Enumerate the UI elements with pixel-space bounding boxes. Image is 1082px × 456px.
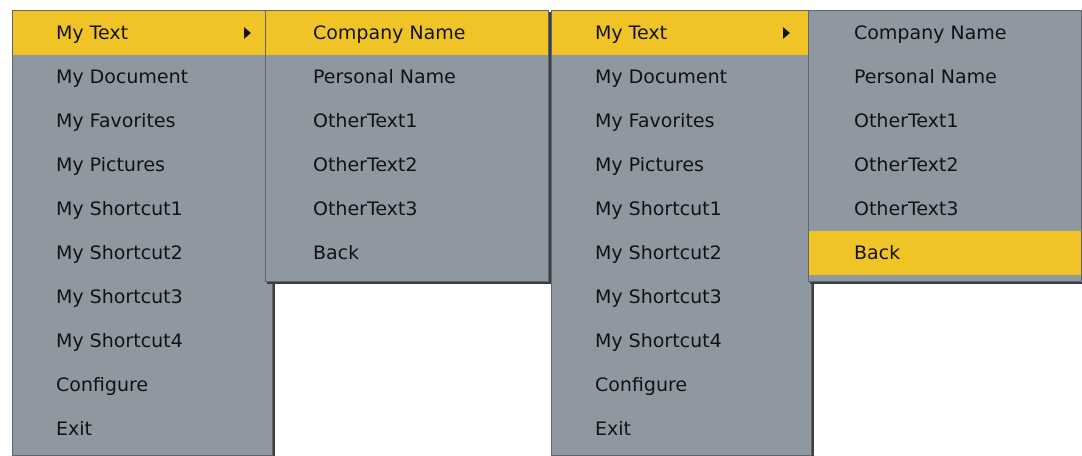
menu-item-my-shortcut2[interactable]: My Shortcut2 (552, 231, 811, 275)
submenu-item-label: Company Name (313, 22, 466, 44)
submenu-item-company-name[interactable]: Company Name (809, 11, 1081, 55)
submenu-item-othertext2[interactable]: OtherText2 (266, 143, 548, 187)
menu-item-my-shortcut1[interactable]: My Shortcut1 (13, 187, 272, 231)
menu-item-my-document[interactable]: My Document (552, 55, 811, 99)
main-menu-right: My Text My Document My Favorites My Pict… (551, 10, 812, 456)
menu-item-label: My Favorites (56, 110, 176, 132)
menu-item-label: My Text (56, 22, 129, 44)
menu-item-my-shortcut4[interactable]: My Shortcut4 (13, 319, 272, 363)
menu-item-exit[interactable]: Exit (13, 407, 272, 451)
menu-item-label: Configure (595, 374, 688, 396)
submenu-item-othertext3[interactable]: OtherText3 (809, 187, 1081, 231)
menu-item-label: Configure (56, 374, 149, 396)
submenu-item-personal-name[interactable]: Personal Name (809, 55, 1081, 99)
menu-item-my-favorites[interactable]: My Favorites (552, 99, 811, 143)
menu-item-label: Exit (56, 418, 92, 440)
submenu-item-label: Company Name (854, 22, 1007, 44)
submenu-item-othertext1[interactable]: OtherText1 (266, 99, 548, 143)
submenu-item-label: OtherText3 (313, 198, 418, 220)
menu-item-configure[interactable]: Configure (552, 363, 811, 407)
menu-item-my-pictures[interactable]: My Pictures (13, 143, 272, 187)
submenu-item-othertext3[interactable]: OtherText3 (266, 187, 548, 231)
menu-item-my-shortcut4[interactable]: My Shortcut4 (552, 319, 811, 363)
menu-item-my-shortcut3[interactable]: My Shortcut3 (552, 275, 811, 319)
menu-item-label: My Shortcut3 (595, 286, 722, 308)
submenu-item-personal-name[interactable]: Personal Name (266, 55, 548, 99)
menu-item-my-shortcut3[interactable]: My Shortcut3 (13, 275, 272, 319)
menu-item-my-text[interactable]: My Text (552, 11, 811, 55)
menu-item-my-shortcut2[interactable]: My Shortcut2 (13, 231, 272, 275)
menu-item-label: My Favorites (595, 110, 715, 132)
submenu-item-label: Personal Name (854, 66, 997, 88)
submenu-item-othertext2[interactable]: OtherText2 (809, 143, 1081, 187)
menu-item-my-shortcut1[interactable]: My Shortcut1 (552, 187, 811, 231)
submenu-item-label: OtherText1 (313, 110, 418, 132)
submenu-item-label: Back (854, 242, 901, 264)
triangle-right-icon (783, 27, 790, 39)
submenu-item-company-name[interactable]: Company Name (266, 11, 548, 55)
menu-item-label: My Shortcut3 (56, 286, 183, 308)
menu-item-label: My Pictures (595, 154, 704, 176)
menu-item-label: My Shortcut1 (56, 198, 183, 220)
submenu-item-label: Back (313, 242, 360, 264)
submenu-item-label: Personal Name (313, 66, 456, 88)
menu-item-my-document[interactable]: My Document (13, 55, 272, 99)
menu-item-label: My Shortcut1 (595, 198, 722, 220)
menu-item-label: My Document (595, 66, 728, 88)
submenu-item-label: OtherText1 (854, 110, 959, 132)
main-menu-left: My Text My Document My Favorites My Pict… (12, 10, 273, 456)
menu-item-label: My Shortcut2 (56, 242, 183, 264)
menu-item-label: Exit (595, 418, 631, 440)
submenu-item-label: OtherText2 (854, 154, 959, 176)
submenu-item-label: OtherText3 (854, 198, 959, 220)
submenu-left: Company Name Personal Name OtherText1 Ot… (265, 10, 549, 282)
submenu-right: Company Name Personal Name OtherText1 Ot… (808, 10, 1082, 282)
menu-item-label: My Shortcut2 (595, 242, 722, 264)
submenu-item-label: OtherText2 (313, 154, 418, 176)
menu-item-configure[interactable]: Configure (13, 363, 272, 407)
menu-item-my-pictures[interactable]: My Pictures (552, 143, 811, 187)
triangle-right-icon (244, 27, 251, 39)
menu-item-exit[interactable]: Exit (552, 407, 811, 451)
submenu-item-back[interactable]: Back (809, 231, 1081, 275)
menu-item-my-text[interactable]: My Text (13, 11, 272, 55)
menu-item-label: My Text (595, 22, 668, 44)
menu-item-label: My Shortcut4 (595, 330, 722, 352)
menu-item-label: My Document (56, 66, 189, 88)
menu-item-label: My Shortcut4 (56, 330, 183, 352)
submenu-item-othertext1[interactable]: OtherText1 (809, 99, 1081, 143)
menu-item-my-favorites[interactable]: My Favorites (13, 99, 272, 143)
menu-item-label: My Pictures (56, 154, 165, 176)
submenu-item-back[interactable]: Back (266, 231, 548, 275)
